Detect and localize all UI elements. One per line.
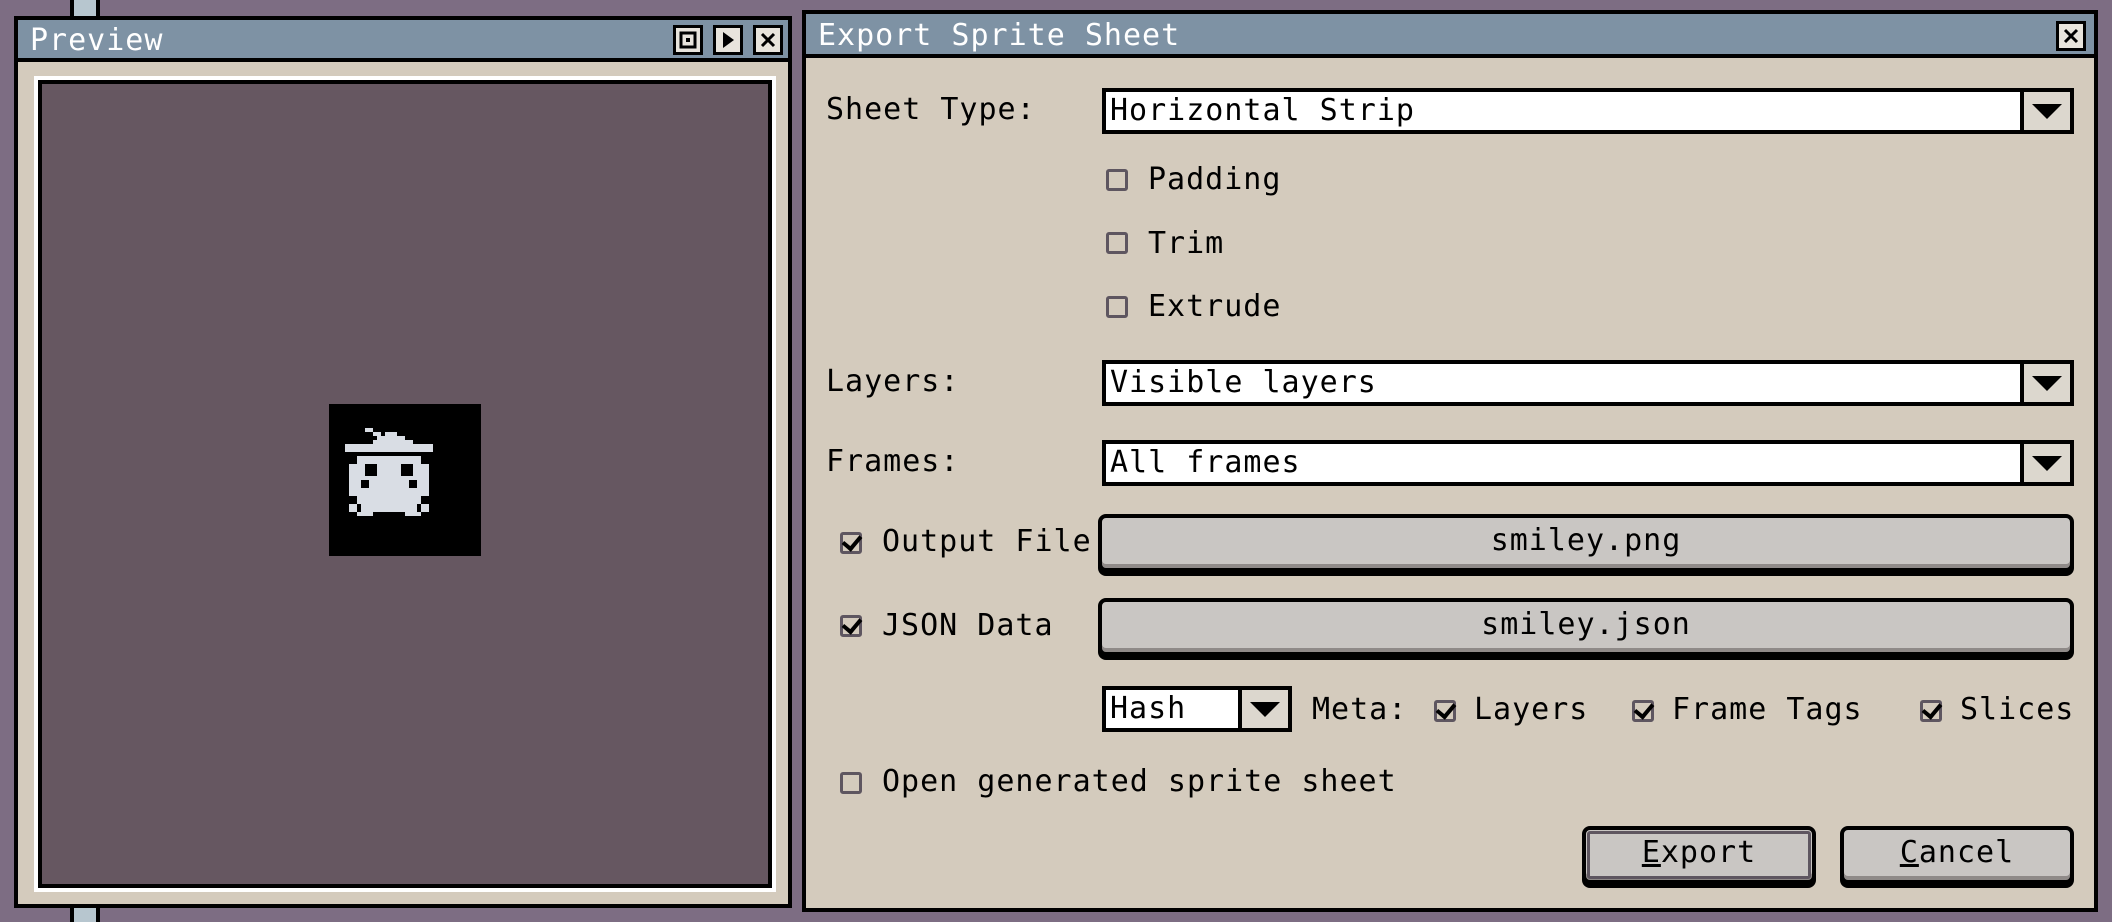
output-file-button[interactable]: smiley.png <box>1098 514 2074 572</box>
meta-layers-label: Layers <box>1474 692 1589 727</box>
preview-title: Preview <box>30 23 164 58</box>
layers-dropdown-button[interactable] <box>2020 360 2074 406</box>
json-data-value: smiley.json <box>1481 607 1691 642</box>
open-generated-label: Open generated sprite sheet <box>882 764 1397 799</box>
meta-frame-tags-label: Frame Tags <box>1672 692 1863 727</box>
meta-label: Meta: <box>1312 692 1408 727</box>
cancel-label-mnemonic: C <box>1899 835 1919 870</box>
extrude-checkbox[interactable] <box>1106 296 1128 318</box>
preview-canvas[interactable] <box>38 80 772 888</box>
json-data-checkbox[interactable] <box>840 615 862 637</box>
sheet-type-dropdown-button[interactable] <box>2020 88 2074 134</box>
meta-slices-checkbox[interactable] <box>1920 700 1942 722</box>
cancel-button[interactable]: Cancel <box>1840 826 2074 884</box>
padding-checkbox[interactable] <box>1106 169 1128 191</box>
layers-value: Visible layers <box>1110 365 1377 400</box>
meta-layers-checkbox[interactable] <box>1434 700 1456 722</box>
export-dialog-titlebar[interactable]: Export Sprite Sheet <box>806 14 2094 58</box>
open-generated-checkbox[interactable] <box>840 772 862 794</box>
chevron-down-icon <box>2032 103 2062 119</box>
trim-checkbox[interactable] <box>1106 232 1128 254</box>
json-format-select[interactable]: Hash <box>1102 686 1292 732</box>
sheet-type-label: Sheet Type: <box>826 92 1036 127</box>
dialog-close-icon[interactable] <box>2056 21 2086 51</box>
chevron-down-icon <box>2032 455 2062 471</box>
export-label-rest: xport <box>1660 835 1757 870</box>
export-dialog: Export Sprite Sheet Sheet Type: Horizont… <box>802 10 2098 912</box>
meta-slices-label: Slices <box>1960 692 2075 727</box>
play-icon[interactable] <box>713 25 743 55</box>
export-label-mnemonic: E <box>1641 835 1661 870</box>
preview-window: Preview <box>14 16 792 908</box>
json-format-dropdown-button[interactable] <box>1238 686 1292 732</box>
layers-select[interactable]: Visible layers <box>1102 360 2074 406</box>
frames-select[interactable]: All frames <box>1102 440 2074 486</box>
output-file-checkbox[interactable] <box>840 532 862 554</box>
sprite-thumbnail <box>329 404 481 556</box>
frames-label: Frames: <box>826 444 960 479</box>
sheet-type-select[interactable]: Horizontal Strip <box>1102 88 2074 134</box>
chevron-down-icon <box>1250 701 1280 717</box>
padding-label: Padding <box>1148 162 1282 197</box>
extrude-label: Extrude <box>1148 289 1282 324</box>
output-file-label: Output File <box>882 524 1092 559</box>
export-button[interactable]: Export <box>1582 826 1816 884</box>
layers-label: Layers: <box>826 364 960 399</box>
meta-frame-tags-checkbox[interactable] <box>1632 700 1654 722</box>
json-format-value: Hash <box>1110 691 1187 726</box>
trim-label: Trim <box>1148 226 1225 261</box>
export-dialog-title: Export Sprite Sheet <box>818 18 1181 53</box>
chevron-down-icon <box>2032 375 2062 391</box>
fit-icon[interactable] <box>673 25 703 55</box>
frames-value: All frames <box>1110 445 1301 480</box>
sheet-type-value: Horizontal Strip <box>1110 93 1415 128</box>
json-data-button[interactable]: smiley.json <box>1098 598 2074 656</box>
cancel-label-rest: ancel <box>1918 835 2015 870</box>
close-icon[interactable] <box>753 25 783 55</box>
json-data-label: JSON Data <box>882 608 1054 643</box>
output-file-value: smiley.png <box>1490 523 1682 558</box>
frames-dropdown-button[interactable] <box>2020 440 2074 486</box>
